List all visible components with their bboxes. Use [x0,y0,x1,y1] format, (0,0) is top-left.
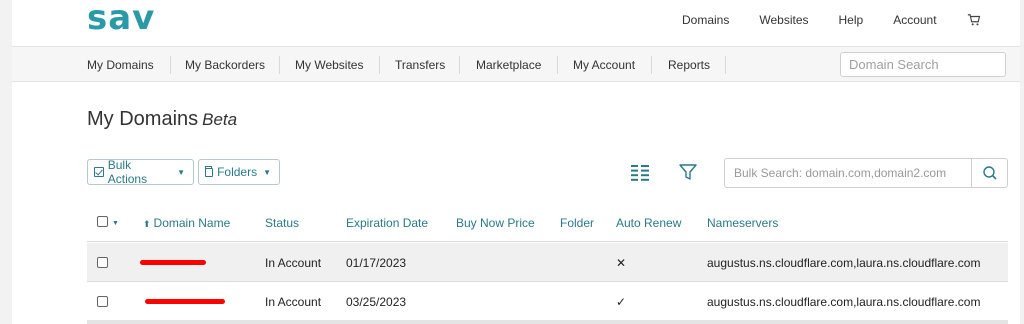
row-checkbox[interactable] [97,296,108,310]
subnav-my-backorders[interactable]: My Backorders [185,58,265,72]
table-header: ▼ ⬆ Domain Name Status Expiration Date Bu… [87,204,1008,242]
subnav-my-domains[interactable]: My Domains [87,58,154,72]
topnav-account[interactable]: Account [893,13,936,27]
folder-icon [205,165,214,177]
filter-icon[interactable] [679,163,697,181]
caret-down-icon: ▼ [177,167,185,177]
bulk-search [724,158,1008,188]
divider [170,56,171,74]
nameservers-cell: augustus.ns.cloudflare.com,laura.ns.clou… [707,295,981,309]
bulk-actions-label: Bulk Actions [107,158,148,186]
column-expiration-date[interactable]: Expiration Date [346,216,428,230]
topnav-websites[interactable]: Websites [759,13,808,27]
folders-button[interactable]: Folders ▼ [198,159,280,185]
column-status[interactable]: Status [265,216,299,230]
divider [557,56,558,74]
divider [651,56,652,74]
checkbox-icon [94,167,104,177]
column-domain-name[interactable]: ⬆ Domain Name [143,216,230,230]
table-row[interactable]: In Account 01/17/2023 ✕ augustus.ns.clou… [87,243,1008,282]
column-folder[interactable]: Folder [560,216,594,230]
topnav-help[interactable]: Help [839,13,864,27]
expiration-cell: 03/25/2023 [346,295,407,309]
list-view-icon[interactable] [631,165,649,181]
subnav-transfers[interactable]: Transfers [395,58,445,72]
subnav-my-websites[interactable]: My Websites [295,58,363,72]
status-cell: In Account [265,295,322,309]
table-row-partial [87,320,1008,324]
auto-renew-off-icon[interactable]: ✕ [616,256,626,270]
page-title: My Domains Beta [87,108,237,131]
column-nameservers[interactable]: Nameservers [707,216,778,230]
column-buy-now-price[interactable]: Buy Now Price [456,216,535,230]
domain-search-input[interactable] [840,52,1006,77]
bulk-actions-button[interactable]: Bulk Actions ▼ [87,158,194,186]
select-all-checkbox[interactable]: ▼ [97,216,119,230]
bulk-search-input[interactable] [725,159,973,187]
page: sav Domains Websites Help Account My Dom… [12,0,1020,324]
status-cell: In Account [265,256,322,270]
caret-down-icon: ▼ [263,167,271,177]
redacted-domain-name [140,260,206,265]
subnav-marketplace[interactable]: Marketplace [476,58,541,72]
nameservers-cell: augustus.ns.cloudflare.com,laura.ns.clou… [707,256,981,270]
logo[interactable]: sav [87,0,155,38]
subnav-my-account[interactable]: My Account [573,58,635,72]
expiration-cell: 01/17/2023 [346,256,407,270]
topnav-domains[interactable]: Domains [682,13,729,27]
subnav-reports[interactable]: Reports [668,58,710,72]
divider [279,56,280,74]
divider [725,56,726,74]
table-row[interactable]: In Account 03/25/2023 ✓ augustus.ns.clou… [87,282,1008,321]
row-checkbox[interactable] [97,257,108,271]
caret-down-icon: ▼ [112,220,119,227]
redacted-domain-name [145,299,225,304]
sub-nav: My Domains My Backorders My Websites Tra… [12,46,1020,82]
auto-renew-on-icon[interactable]: ✓ [616,295,626,309]
sort-up-icon: ⬆ [143,219,151,229]
beta-badge: Beta [202,110,238,129]
top-nav: Domains Websites Help Account [682,13,981,27]
search-icon [983,166,997,180]
cart-icon[interactable] [967,13,981,27]
search-button[interactable] [971,159,1007,187]
divider [459,56,460,74]
folders-label: Folders [217,165,258,179]
divider [379,56,380,74]
column-auto-renew[interactable]: Auto Renew [616,216,681,230]
page-title-text: My Domains [87,108,199,130]
